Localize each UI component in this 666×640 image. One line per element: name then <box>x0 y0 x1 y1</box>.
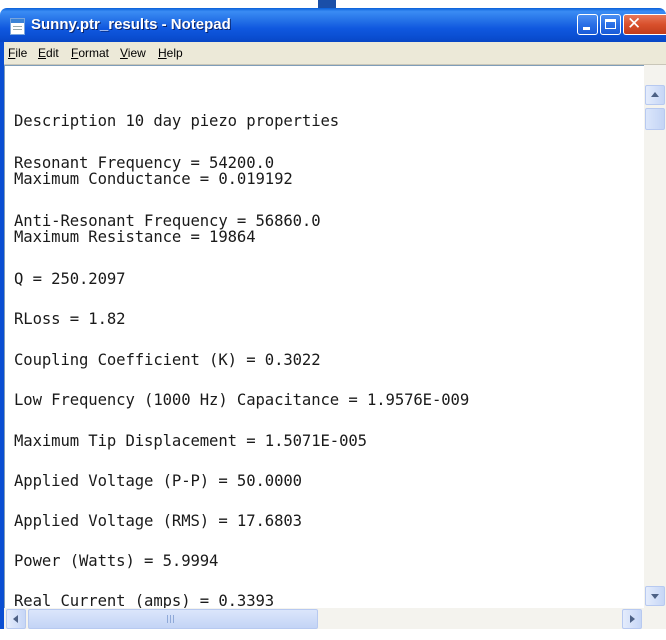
window-title: Sunny.ptr_results - Notepad <box>31 16 231 33</box>
horizontal-scroll-thumb[interactable] <box>28 609 318 629</box>
vertical-scroll-thumb[interactable] <box>645 108 665 130</box>
menu-edit[interactable]: Edit <box>38 46 59 60</box>
text-line: Maximum Conductance = 0.019192 <box>14 170 293 188</box>
title-bar[interactable]: Sunny.ptr_results - Notepad ✕ <box>0 8 666 42</box>
chevron-right-icon <box>630 615 635 623</box>
text-line: Applied Voltage (P-P) = 50.0000 <box>14 472 302 490</box>
close-button[interactable]: ✕ <box>623 14 666 35</box>
text-line: Q = 250.2097 <box>14 270 126 288</box>
grip-icon <box>167 615 176 623</box>
notepad-window: Sunny.ptr_results - Notepad ✕ File Edit … <box>0 8 666 640</box>
maximize-icon <box>605 19 616 29</box>
text-line: Applied Voltage (RMS) = 17.6803 <box>14 512 302 530</box>
minimize-button[interactable] <box>577 14 598 35</box>
menu-view[interactable]: View <box>120 46 146 60</box>
chevron-up-icon <box>651 92 659 97</box>
text-line: Power (Watts) = 5.9994 <box>14 552 219 570</box>
text-line: Description 10 day piezo properties <box>14 112 340 130</box>
scroll-up-button[interactable] <box>645 85 665 105</box>
menu-format[interactable]: Format <box>71 46 109 60</box>
window-bottom-edge <box>0 629 666 640</box>
close-icon: ✕ <box>627 14 642 34</box>
chevron-left-icon <box>13 615 18 623</box>
text-line: Real Current (amps) = 0.3393 <box>14 592 275 609</box>
menu-help[interactable]: Help <box>158 46 183 60</box>
menu-file[interactable]: File <box>8 46 27 60</box>
maximize-button[interactable] <box>600 14 621 35</box>
horizontal-scrollbar[interactable] <box>4 608 666 629</box>
text-editor[interactable]: Description 10 day piezo properties Reso… <box>4 65 645 609</box>
minimize-icon <box>583 27 590 30</box>
text-line: RLoss = 1.82 <box>14 310 126 328</box>
menu-bar: File Edit Format View Help <box>4 42 666 65</box>
text-line: Maximum Resistance = 19864 <box>14 228 256 246</box>
scroll-right-button[interactable] <box>622 609 642 629</box>
text-line: Coupling Coefficient (K) = 0.3022 <box>14 351 321 369</box>
notepad-icon[interactable] <box>10 18 25 35</box>
chevron-down-icon <box>651 594 659 599</box>
text-line: Low Frequency (1000 Hz) Capacitance = 1.… <box>14 391 470 409</box>
text-line: Maximum Tip Displacement = 1.5071E-005 <box>14 432 367 450</box>
scroll-down-button[interactable] <box>645 586 665 606</box>
vertical-scrollbar[interactable] <box>644 65 666 608</box>
scroll-left-button[interactable] <box>6 609 26 629</box>
